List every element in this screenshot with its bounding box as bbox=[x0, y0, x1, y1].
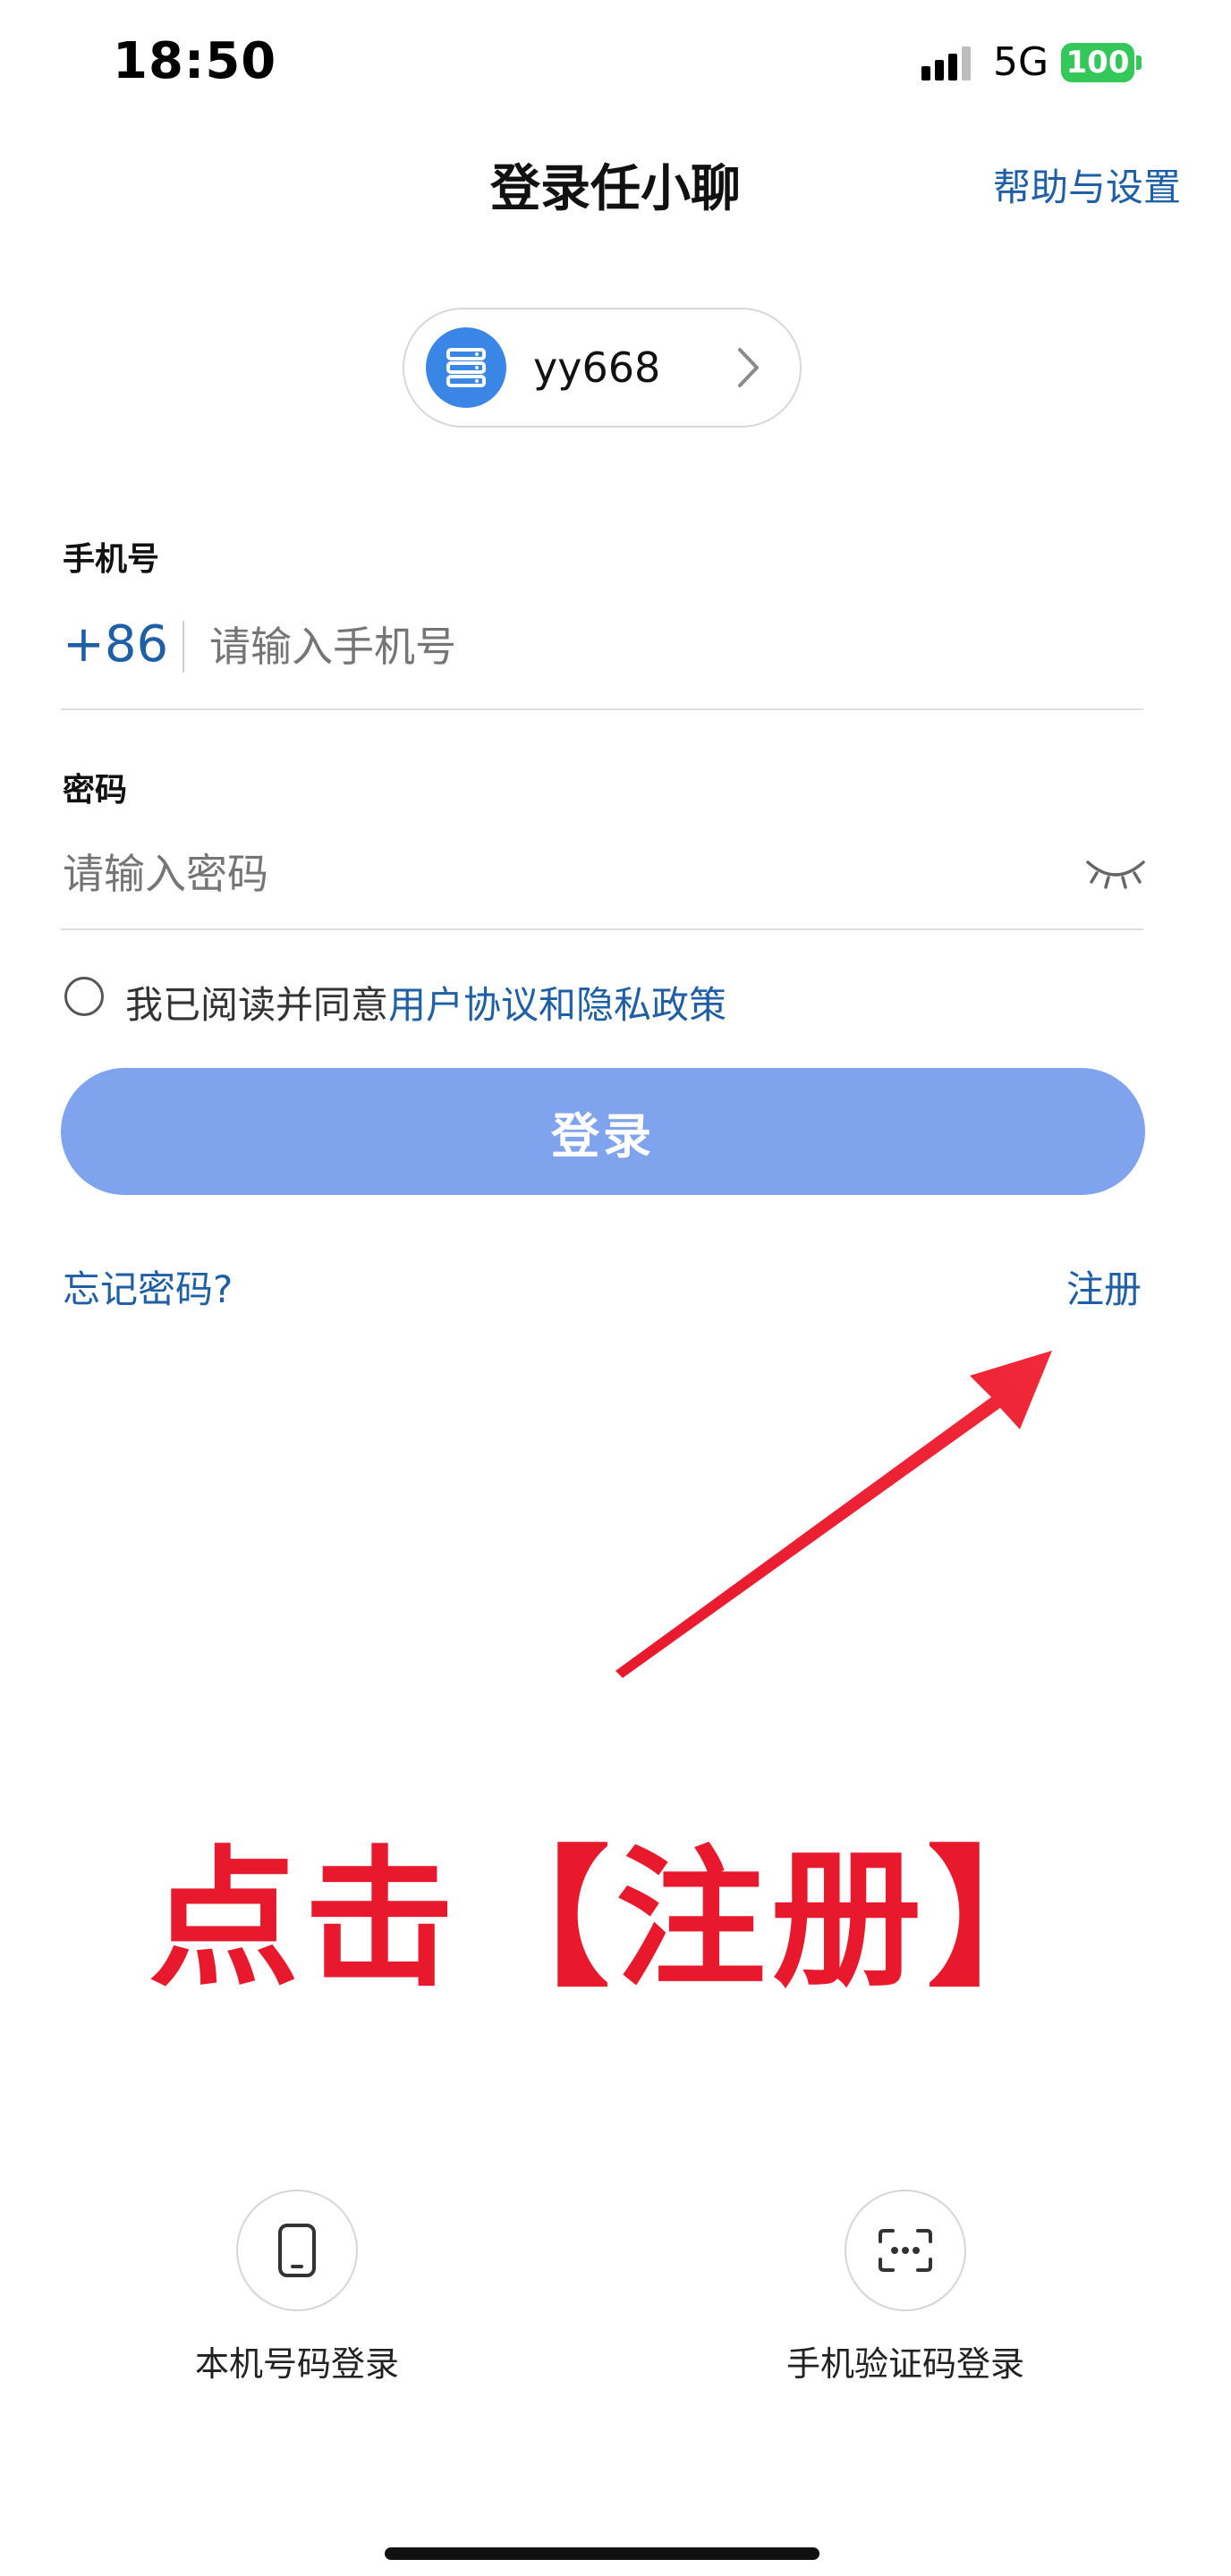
agreement-text: 我已阅读并同意用户协议和隐私政策 bbox=[125, 975, 726, 1030]
status-time: 18:50 bbox=[113, 32, 277, 90]
country-code-selector[interactable]: +86 bbox=[63, 615, 168, 674]
password-input[interactable] bbox=[63, 844, 1047, 903]
battery-tip bbox=[1136, 55, 1142, 70]
battery-indicator: 100 bbox=[1061, 43, 1134, 82]
alt-login-local-number-label: 本机号码登录 bbox=[194, 2344, 399, 2384]
eye-closed-icon[interactable] bbox=[1084, 852, 1147, 891]
password-label: 密码 bbox=[63, 772, 128, 809]
phone-underline bbox=[61, 708, 1143, 710]
server-name: yy668 bbox=[533, 343, 661, 392]
phone-icon bbox=[278, 2224, 316, 2277]
country-code-divider bbox=[183, 621, 184, 673]
server-selector[interactable]: yy668 bbox=[403, 308, 802, 428]
phone-input[interactable] bbox=[209, 617, 1104, 676]
register-link[interactable]: 注册 bbox=[1066, 1259, 1142, 1314]
annotation-arrow bbox=[616, 1351, 1052, 1678]
alt-login-sms-code-label: 手机验证码登录 bbox=[785, 2344, 1024, 2384]
login-button[interactable]: 登录 bbox=[61, 1068, 1145, 1195]
agreement-prefix: 我已阅读并同意 bbox=[125, 983, 389, 1027]
forgot-password-link[interactable]: 忘记密码? bbox=[63, 1259, 233, 1314]
home-indicator bbox=[385, 2547, 819, 2560]
alt-login-local-number-button[interactable] bbox=[236, 2190, 358, 2311]
agreement-link[interactable]: 用户协议和隐私政策 bbox=[388, 983, 726, 1027]
help-settings-link[interactable]: 帮助与设置 bbox=[993, 157, 1181, 212]
phone-label: 手机号 bbox=[63, 541, 160, 578]
network-type: 5G bbox=[993, 39, 1049, 85]
alt-login-local-number[interactable] bbox=[236, 2190, 358, 2311]
signal-strength-icon bbox=[921, 47, 971, 80]
sms-code-icon bbox=[879, 2229, 932, 2272]
alt-login-sms-code-button[interactable] bbox=[845, 2190, 966, 2311]
agreement-radio[interactable] bbox=[64, 977, 104, 1016]
annotation-text: 点击【注册】 bbox=[149, 1832, 1082, 2007]
server-icon bbox=[426, 327, 506, 408]
chevron-right-icon bbox=[738, 348, 759, 387]
alt-login-sms-code[interactable] bbox=[845, 2190, 966, 2311]
password-underline bbox=[61, 928, 1143, 930]
